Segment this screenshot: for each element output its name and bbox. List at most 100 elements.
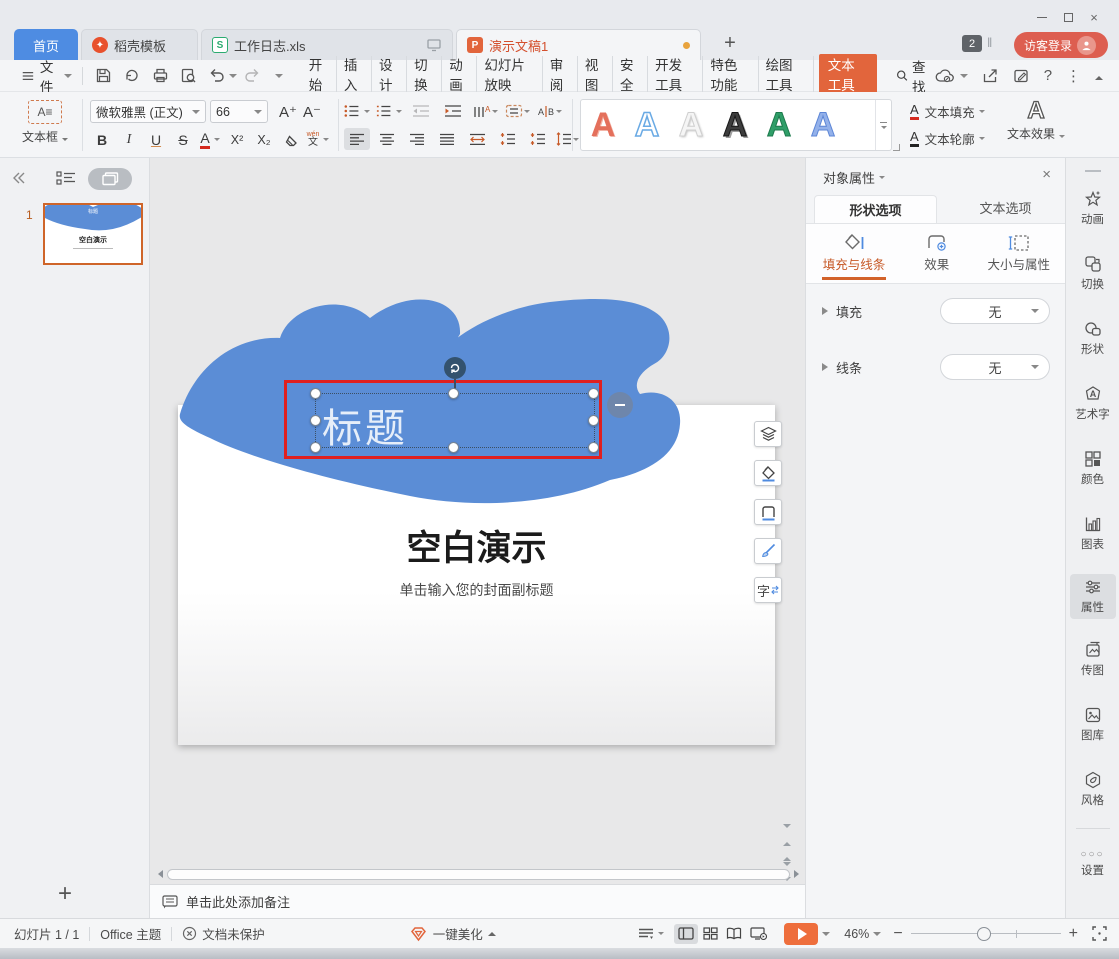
scroll-left-arrow[interactable]	[154, 870, 163, 878]
login-button[interactable]: 访客登录	[1014, 32, 1108, 58]
scrollbar-thumb[interactable]	[167, 869, 790, 880]
dock-upload-image[interactable]: 传图	[1070, 637, 1116, 682]
play-slideshow-button[interactable]	[784, 923, 818, 945]
increase-font-button[interactable]: A⁺	[276, 100, 300, 123]
numbered-list-button[interactable]	[376, 100, 402, 122]
fill-expand-arrow[interactable]	[822, 307, 828, 315]
notes-bar[interactable]: 单击此处添加备注	[150, 884, 805, 918]
close-button[interactable]: ×	[1081, 8, 1107, 26]
collapse-panel-button[interactable]	[12, 172, 26, 184]
subtab-effects[interactable]: 效果	[924, 232, 949, 283]
dock-color[interactable]: 颜色	[1070, 446, 1116, 491]
more-commands-button[interactable]	[268, 64, 289, 88]
menu-view[interactable]: 视图	[578, 56, 613, 96]
superscript-button[interactable]: X²	[225, 128, 249, 151]
subtab-size-properties[interactable]: 大小与属性	[987, 232, 1050, 283]
format-brush-button[interactable]	[754, 538, 782, 564]
slideshow-view-button[interactable]	[746, 924, 770, 944]
dock-settings[interactable]: ○○○ 设置	[1070, 845, 1116, 882]
zoom-in-button[interactable]: +	[1069, 925, 1078, 943]
scroll-right-arrow[interactable]	[794, 870, 799, 878]
wordart-style-5[interactable]: A	[757, 101, 801, 149]
layer-order-button[interactable]	[754, 421, 782, 447]
menu-insert[interactable]: 插入	[337, 56, 372, 96]
slide-sorter-button[interactable]	[698, 924, 722, 944]
title-placeholder-text[interactable]: 标题	[322, 396, 408, 454]
handle-top-right[interactable]	[588, 388, 599, 399]
justify-button[interactable]	[434, 128, 460, 150]
dock-chart[interactable]: 图表	[1070, 511, 1116, 556]
wordart-gallery-expand[interactable]	[875, 100, 891, 150]
beautify-button[interactable]: 一键美化	[410, 924, 496, 943]
overflow-menu-button[interactable]: ⋮	[1066, 67, 1081, 85]
file-menu[interactable]: 文件	[22, 56, 72, 96]
protection-status[interactable]: 文档未保护	[182, 924, 265, 943]
font-family-select[interactable]: 微软雅黑 (正文)	[90, 100, 206, 123]
fit-slide-button[interactable]	[1092, 926, 1107, 941]
character-spacing-button[interactable]: AB	[536, 100, 562, 122]
print-preview-button[interactable]	[178, 64, 199, 88]
dock-animation[interactable]: 动画	[1070, 186, 1116, 231]
normal-view-button[interactable]	[674, 924, 698, 944]
subtab-fill-line[interactable]: 填充与线条	[822, 232, 886, 283]
collapse-ribbon-button[interactable]	[1095, 68, 1103, 83]
outline-color-button[interactable]	[754, 499, 782, 525]
subscript-button[interactable]: X₂	[252, 128, 276, 151]
strikethrough-button[interactable]: S	[171, 128, 195, 151]
text-effects-button[interactable]: A 文本效果	[1000, 97, 1072, 142]
redo-button[interactable]	[241, 64, 262, 88]
line-spacing-button[interactable]	[554, 128, 580, 150]
slide-view-toggle[interactable]	[88, 168, 132, 190]
increase-indent-button[interactable]	[440, 100, 466, 122]
zoom-slider[interactable]	[911, 927, 1061, 941]
fill-color-button[interactable]	[754, 460, 782, 486]
cloud-sync-button[interactable]	[934, 68, 968, 84]
handle-bottom-center[interactable]	[448, 442, 459, 453]
bullet-list-button[interactable]	[344, 100, 370, 122]
align-left-button[interactable]	[344, 128, 370, 150]
underline-button[interactable]: U	[144, 128, 168, 151]
dock-style[interactable]: 风格	[1070, 767, 1116, 812]
text-replace-button[interactable]: 字	[754, 577, 782, 603]
font-size-select[interactable]: 66	[210, 100, 268, 123]
zoom-slider-handle[interactable]	[977, 927, 991, 941]
print-button[interactable]	[149, 64, 170, 88]
scroll-down-arrow[interactable]	[783, 816, 791, 831]
notes-toggle-button[interactable]	[638, 928, 664, 940]
fill-value-select[interactable]: 无	[940, 298, 1050, 324]
wordart-style-3[interactable]: A	[669, 101, 713, 149]
reading-view-button[interactable]	[722, 924, 746, 944]
panel-close-icon[interactable]: ×	[1042, 166, 1051, 183]
distribute-button[interactable]	[464, 128, 490, 150]
export-button[interactable]	[121, 64, 142, 88]
dock-wordart[interactable]: A 艺术字	[1070, 381, 1116, 426]
decrease-font-button[interactable]: A⁻	[300, 100, 324, 123]
text-direction-button[interactable]: A	[472, 100, 498, 122]
menu-texttools-active[interactable]: 文本工具	[819, 54, 877, 98]
play-options-chevron[interactable]	[822, 932, 830, 936]
help-button[interactable]: ?	[1044, 67, 1052, 84]
dock-handle[interactable]	[1085, 170, 1101, 172]
menu-devtools[interactable]: 开发工具	[648, 56, 703, 96]
zoom-level-button[interactable]: 46%	[844, 927, 881, 941]
increase-paragraph-space-button[interactable]	[494, 128, 520, 150]
share-button[interactable]	[982, 68, 999, 84]
handle-middle-left[interactable]	[310, 415, 321, 426]
line-expand-arrow[interactable]	[822, 363, 828, 371]
menu-drawtools[interactable]: 绘图工具	[759, 56, 814, 96]
tab-count-badge[interactable]: 2	[962, 35, 982, 52]
menu-transition[interactable]: 切换	[407, 56, 442, 96]
wordart-style-6[interactable]: A	[801, 101, 845, 149]
font-color-button[interactable]: A	[198, 128, 222, 151]
handle-bottom-left[interactable]	[310, 442, 321, 453]
align-right-button[interactable]	[404, 128, 430, 150]
collapse-toolbar-button[interactable]	[607, 392, 633, 418]
panel-title-menu[interactable]: 对象属性	[823, 168, 885, 187]
menu-security[interactable]: 安全	[613, 56, 648, 96]
maximize-button[interactable]	[1055, 8, 1081, 26]
handle-top-left[interactable]	[310, 388, 321, 399]
wordart-style-2[interactable]: A	[625, 101, 669, 149]
menu-slideshow[interactable]: 幻灯片放映	[477, 56, 542, 96]
wordart-style-4[interactable]: A	[713, 101, 757, 149]
dialog-launcher[interactable]	[893, 144, 900, 151]
